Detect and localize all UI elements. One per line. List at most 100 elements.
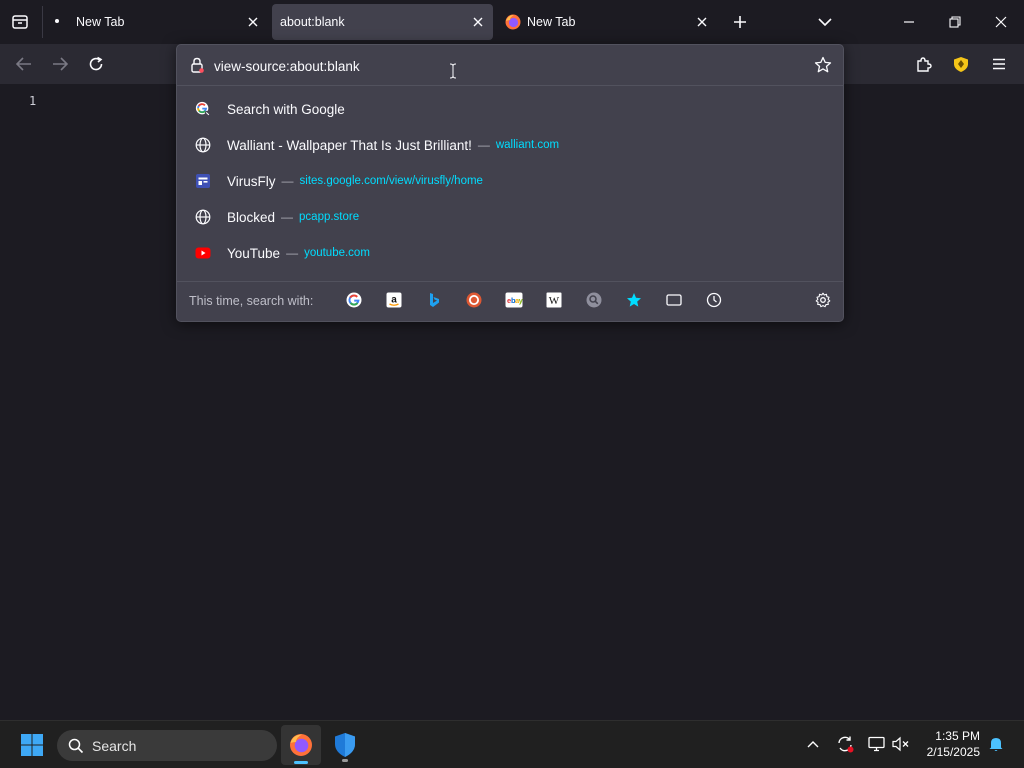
tray-sync[interactable]: [834, 733, 856, 755]
amazon-icon: a: [386, 292, 402, 308]
bookmark-star-button[interactable]: [814, 56, 832, 74]
show-hidden-icons-button[interactable]: [802, 733, 824, 755]
star-icon: [814, 56, 832, 73]
close-icon: [473, 17, 483, 27]
sites-icon: [195, 173, 211, 189]
restore-button[interactable]: [939, 7, 971, 37]
google-icon: [346, 292, 362, 308]
app-menu-button[interactable]: [984, 49, 1014, 79]
tab-label: New Tab: [76, 15, 125, 29]
page-warning-icon: [190, 57, 204, 73]
result-separator: —: [286, 246, 299, 260]
windows-logo-icon: [21, 734, 43, 756]
chevron-down-icon: [818, 18, 832, 27]
tab-close-button[interactable]: [244, 13, 262, 31]
taskbar-firefox[interactable]: [281, 725, 321, 765]
urlbar: [177, 45, 843, 86]
search-history-button[interactable]: [702, 288, 726, 312]
tab-new-tab-1[interactable]: New Tab: [48, 4, 268, 40]
engine-bing-button[interactable]: [422, 288, 446, 312]
search-bookmarks-button[interactable]: [622, 288, 646, 312]
notifications-button[interactable]: [985, 733, 1007, 755]
engine-google-button[interactable]: [342, 288, 366, 312]
urlbar-dropdown: Search with Google Walliant - Wallpaper …: [176, 44, 844, 322]
engine-duckduckgo-button[interactable]: [462, 288, 486, 312]
network-icon: [868, 736, 885, 752]
result-search-with-google[interactable]: Search with Google: [183, 92, 837, 126]
tab-label: New Tab: [527, 15, 576, 29]
shield-icon: [954, 56, 968, 72]
url-input[interactable]: [214, 56, 814, 76]
result-separator: —: [281, 174, 294, 188]
engine-search-button[interactable]: [582, 288, 606, 312]
tray-volume[interactable]: [890, 733, 912, 755]
source-line-number: 1: [29, 94, 37, 108]
minimize-icon: [904, 21, 914, 23]
result-virusfly[interactable]: VirusFly — sites.google.com/view/virusfl…: [183, 164, 837, 198]
tab-close-button[interactable]: [693, 13, 711, 31]
reload-button[interactable]: [81, 49, 111, 79]
tray-network[interactable]: [866, 733, 888, 755]
plus-icon: [734, 16, 746, 28]
back-button[interactable]: [9, 49, 39, 79]
bookmarks-icon: [627, 293, 641, 307]
open-app-indicator: [342, 759, 348, 762]
result-url: sites.google.com/view/virusfly/home: [299, 175, 483, 187]
taskbar-search[interactable]: Search: [57, 730, 277, 761]
list-all-tabs-button[interactable]: [810, 7, 840, 37]
engine-wikipedia-button[interactable]: W: [542, 288, 566, 312]
taskbar-windows-security[interactable]: [325, 725, 365, 765]
tab-close-button[interactable]: [469, 13, 487, 31]
firefox-view-button[interactable]: [5, 7, 35, 37]
result-url: youtube.com: [304, 247, 370, 259]
google-icon: [195, 101, 211, 117]
chevron-up-icon: [807, 741, 819, 748]
back-arrow-icon: [16, 57, 31, 71]
tab-label: about:blank: [280, 15, 345, 29]
result-title: Walliant - Wallpaper That Is Just Brilli…: [227, 137, 472, 153]
result-youtube[interactable]: YouTube — youtube.com: [183, 236, 837, 270]
close-window-button[interactable]: [985, 7, 1017, 37]
forward-button[interactable]: [45, 49, 75, 79]
taskbar-search-label: Search: [92, 737, 137, 754]
tab-about-blank[interactable]: about:blank: [272, 4, 493, 40]
tab-divider: [42, 6, 43, 38]
close-icon: [697, 17, 707, 27]
svg-text:y: y: [519, 296, 523, 305]
result-title: YouTube: [227, 245, 281, 261]
search-engine-icon: [586, 292, 602, 308]
result-blocked[interactable]: Blocked — pcapp.store: [183, 200, 837, 234]
volume-muted-icon: [892, 736, 909, 752]
search-icon: [68, 738, 84, 754]
wikipedia-icon: W: [546, 292, 562, 308]
tab-strip: New Tab about:blank New Tab: [0, 0, 1024, 44]
hamburger-menu-icon: [993, 58, 1005, 70]
reload-icon: [89, 56, 103, 71]
tab-dot-icon: [55, 19, 59, 23]
clock-date: 2/15/2025: [926, 745, 980, 759]
close-icon: [995, 16, 1007, 28]
result-url: walliant.com: [495, 139, 560, 151]
new-tab-button[interactable]: [725, 7, 755, 37]
search-settings-button[interactable]: [811, 288, 835, 312]
search-tabs-button[interactable]: [662, 288, 686, 312]
engine-ebay-button[interactable]: e b a y: [502, 288, 526, 312]
extensions-button[interactable]: [909, 49, 939, 79]
globe-icon: [195, 137, 211, 153]
clock[interactable]: 1:35 PM 2/15/2025: [927, 728, 980, 760]
globe-icon: [195, 209, 211, 225]
clock-time: 1:35 PM: [935, 729, 980, 743]
minimize-button[interactable]: [893, 7, 925, 37]
tab-new-tab-2[interactable]: New Tab: [497, 4, 717, 40]
engine-amazon-button[interactable]: a: [382, 288, 406, 312]
result-separator: —: [477, 138, 490, 152]
restore-icon: [949, 16, 961, 28]
extension-shield-button[interactable]: [946, 49, 976, 79]
close-icon: [248, 17, 258, 27]
ebay-icon: e b a y: [505, 292, 523, 308]
result-title: Blocked: [227, 209, 276, 225]
start-button[interactable]: [12, 725, 52, 765]
result-walliant[interactable]: Walliant - Wallpaper That Is Just Brilli…: [183, 128, 837, 162]
duckduckgo-icon: [466, 292, 482, 308]
svg-text:W: W: [549, 295, 560, 307]
